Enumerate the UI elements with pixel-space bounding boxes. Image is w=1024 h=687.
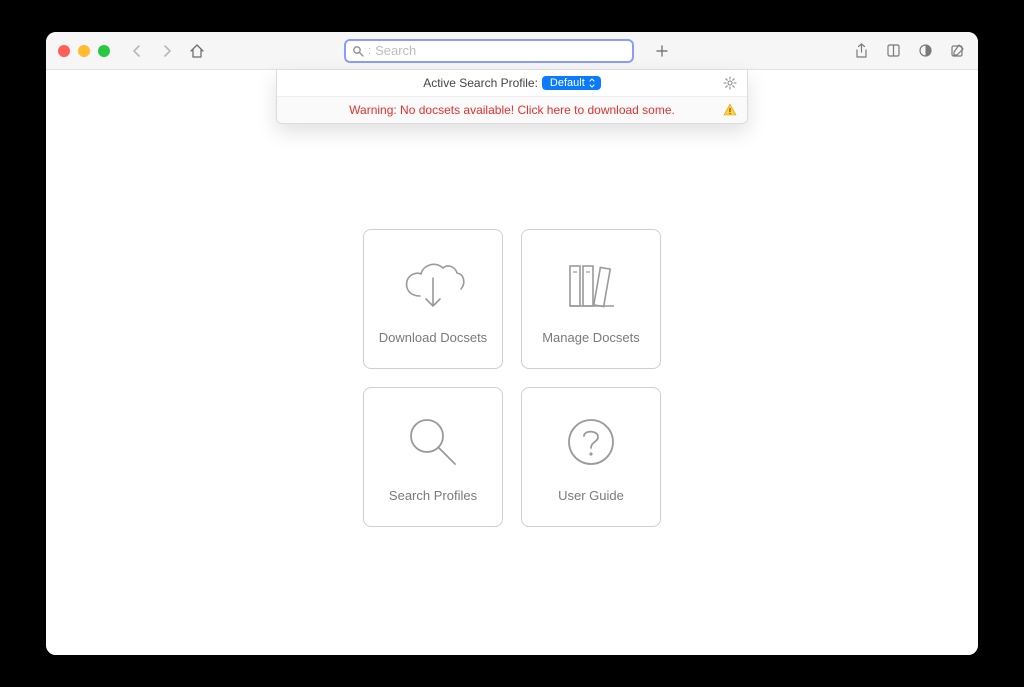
search-field-container[interactable]: : <box>344 39 634 63</box>
window-controls <box>58 45 110 57</box>
active-profile-row: Active Search Profile: Default <box>277 70 747 96</box>
back-button[interactable] <box>126 40 148 62</box>
help-icon <box>561 410 621 474</box>
search-profiles-card[interactable]: Search Profiles <box>363 387 503 527</box>
compose-icon[interactable] <box>948 42 966 60</box>
app-window: : <box>46 32 978 655</box>
search-separator: : <box>368 45 371 57</box>
bookmarks-icon[interactable] <box>884 42 902 60</box>
manage-docsets-card[interactable]: Manage Docsets <box>521 229 661 369</box>
warning-icon <box>723 103 737 117</box>
search-input[interactable] <box>375 43 626 58</box>
profile-value: Default <box>550 77 585 89</box>
card-label: User Guide <box>558 488 624 503</box>
download-docsets-card[interactable]: Download Docsets <box>363 229 503 369</box>
close-window-button[interactable] <box>58 45 70 57</box>
card-label: Manage Docsets <box>542 330 640 345</box>
magnifier-icon <box>401 410 465 474</box>
home-button[interactable] <box>186 40 208 62</box>
new-tab-button[interactable] <box>650 39 674 63</box>
forward-button[interactable] <box>156 40 178 62</box>
profile-settings-button[interactable] <box>723 76 737 90</box>
user-guide-card[interactable]: User Guide <box>521 387 661 527</box>
no-docsets-warning[interactable]: Warning: No docsets available! Click her… <box>277 96 747 123</box>
chevron-updown-icon <box>589 78 595 88</box>
appearance-icon[interactable] <box>916 42 934 60</box>
minimize-window-button[interactable] <box>78 45 90 57</box>
toolbar: : <box>46 32 978 70</box>
active-profile-label: Active Search Profile: <box>423 76 538 90</box>
warning-text: Warning: No docsets available! Click her… <box>349 103 675 117</box>
card-grid: Download Docsets Manage Docsets <box>363 229 661 527</box>
card-label: Download Docsets <box>379 330 487 345</box>
main-content: Download Docsets Manage Docsets <box>46 70 978 655</box>
card-label: Search Profiles <box>389 488 477 503</box>
download-cloud-icon <box>398 252 468 316</box>
profile-selector[interactable]: Default <box>542 76 601 90</box>
search-icon <box>352 45 364 57</box>
share-icon[interactable] <box>852 42 870 60</box>
books-icon <box>556 252 626 316</box>
maximize-window-button[interactable] <box>98 45 110 57</box>
search-dropdown-panel: Active Search Profile: Default Warning: … <box>276 70 748 124</box>
toolbar-right-actions <box>852 42 966 60</box>
